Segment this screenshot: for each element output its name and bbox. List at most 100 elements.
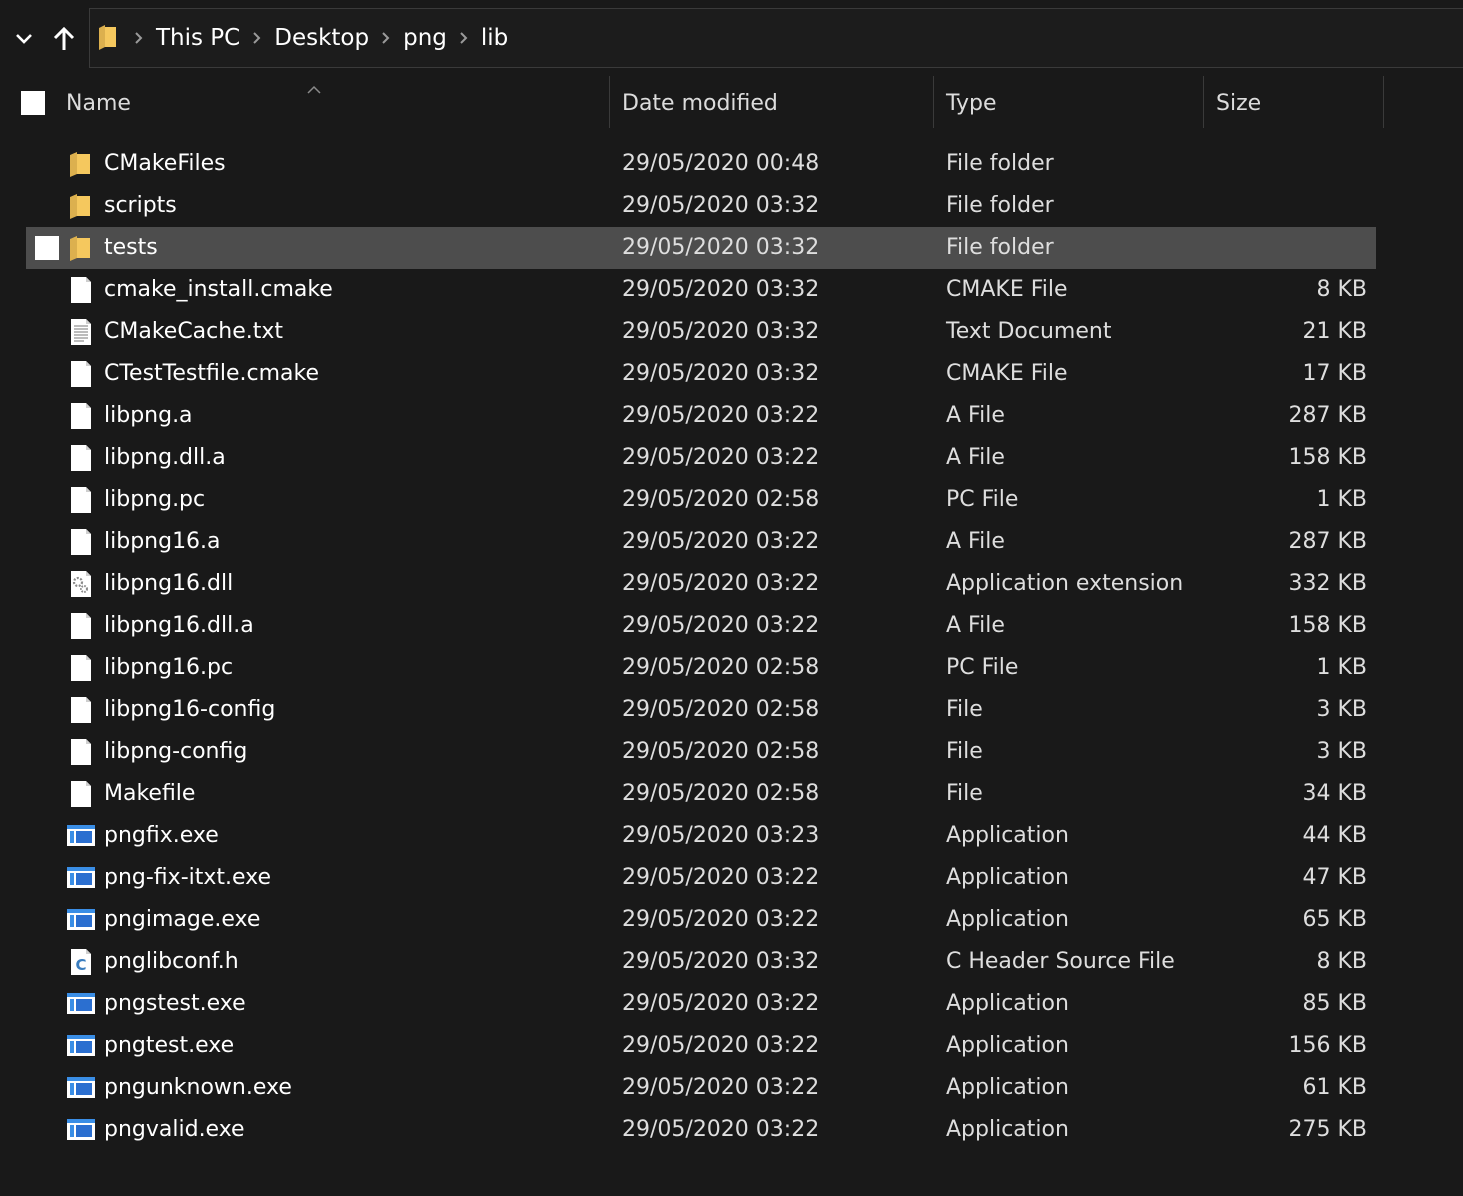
file-name[interactable]: Makefile <box>104 773 195 815</box>
file-row[interactable]: pngstest.exe 29/05/2020 03:22 Applicatio… <box>0 983 1463 1025</box>
file-name[interactable]: pngfix.exe <box>104 815 219 857</box>
select-all-checkbox[interactable] <box>21 91 45 115</box>
file-icon <box>66 737 96 767</box>
file-size: 34 KB <box>1302 781 1367 806</box>
file-name[interactable]: CMakeFiles <box>104 143 226 185</box>
file-row[interactable]: libpng.dll.a 29/05/2020 03:22 A File 158… <box>0 437 1463 479</box>
file-row[interactable]: CTestTestfile.cmake 29/05/2020 03:32 CMA… <box>0 353 1463 395</box>
file-name[interactable]: libpng.a <box>104 395 193 437</box>
file-icon <box>66 359 96 389</box>
file-name[interactable]: libpng.dll.a <box>104 437 226 479</box>
file-name[interactable]: cmake_install.cmake <box>104 269 333 311</box>
file-row[interactable]: pngvalid.exe 29/05/2020 03:22 Applicatio… <box>0 1109 1463 1151</box>
file-row[interactable]: libpng16.dll 29/05/2020 03:22 Applicatio… <box>0 563 1463 605</box>
exe-icon <box>66 863 96 893</box>
file-row[interactable]: libpng.pc 29/05/2020 02:58 PC File 1 KB <box>0 479 1463 521</box>
file-name[interactable]: pngimage.exe <box>104 899 260 941</box>
column-divider[interactable] <box>609 76 610 128</box>
file-name[interactable]: pngunknown.exe <box>104 1067 292 1109</box>
file-date-modified: 29/05/2020 03:32 <box>622 193 820 218</box>
file-row[interactable]: CMakeFiles 29/05/2020 00:48 File folder <box>0 143 1463 185</box>
column-header-type[interactable]: Type <box>946 76 1196 130</box>
file-date-modified: 29/05/2020 03:22 <box>622 907 820 932</box>
file-row[interactable]: pngtest.exe 29/05/2020 03:22 Application… <box>0 1025 1463 1067</box>
file-name[interactable]: libpng16.dll <box>104 563 233 605</box>
file-date-modified: 29/05/2020 03:22 <box>622 1075 820 1100</box>
dll-file-icon <box>66 569 96 599</box>
address-bar[interactable]: This PC Desktop png lib <box>89 8 1463 68</box>
file-row[interactable]: pngimage.exe 29/05/2020 03:22 Applicatio… <box>0 899 1463 941</box>
file-name[interactable]: tests <box>104 227 158 269</box>
file-row[interactable]: pngfix.exe 29/05/2020 03:23 Application … <box>0 815 1463 857</box>
file-date-modified: 29/05/2020 03:22 <box>622 613 820 638</box>
column-divider[interactable] <box>1203 76 1204 128</box>
file-size: 287 KB <box>1288 529 1367 554</box>
file-name[interactable]: CTestTestfile.cmake <box>104 353 319 395</box>
breadcrumb-desktop[interactable]: Desktop <box>274 25 369 51</box>
file-row[interactable]: libpng16.a 29/05/2020 03:22 A File 287 K… <box>0 521 1463 563</box>
file-row[interactable]: libpng-config 29/05/2020 02:58 File 3 KB <box>0 731 1463 773</box>
file-row[interactable]: libpng16-config 29/05/2020 02:58 File 3 … <box>0 689 1463 731</box>
text-file-icon <box>66 317 96 347</box>
exe-icon <box>66 821 96 851</box>
file-row[interactable]: png-fix-itxt.exe 29/05/2020 03:22 Applic… <box>0 857 1463 899</box>
file-type: Application extension <box>946 571 1184 596</box>
file-size: 287 KB <box>1288 403 1367 428</box>
file-name[interactable]: pngstest.exe <box>104 983 246 1025</box>
column-divider[interactable] <box>933 76 934 128</box>
recent-locations-button[interactable] <box>6 20 42 58</box>
file-type: A File <box>946 529 1005 554</box>
file-name[interactable]: png-fix-itxt.exe <box>104 857 271 899</box>
file-row[interactable]: libpng.a 29/05/2020 03:22 A File 287 KB <box>0 395 1463 437</box>
file-name[interactable]: libpng-config <box>104 731 247 773</box>
file-date-modified: 29/05/2020 03:32 <box>622 319 820 344</box>
file-date-modified: 29/05/2020 02:58 <box>622 781 820 806</box>
column-header-date-modified[interactable]: Date modified <box>622 76 922 130</box>
file-size: 8 KB <box>1316 277 1367 302</box>
row-checkbox[interactable] <box>35 236 59 260</box>
column-divider[interactable] <box>1383 76 1384 128</box>
file-row[interactable]: Makefile 29/05/2020 02:58 File 34 KB <box>0 773 1463 815</box>
file-type: Application <box>946 1117 1069 1142</box>
file-name[interactable]: pngvalid.exe <box>104 1109 245 1151</box>
column-header-size[interactable]: Size <box>1216 76 1376 130</box>
file-date-modified: 29/05/2020 03:22 <box>622 991 820 1016</box>
file-size: 332 KB <box>1288 571 1367 596</box>
file-type: Application <box>946 991 1069 1016</box>
breadcrumb-lib[interactable]: lib <box>481 25 508 51</box>
file-name[interactable]: pngtest.exe <box>104 1025 234 1067</box>
file-icon <box>66 611 96 641</box>
folder-icon <box>66 233 96 263</box>
file-icon <box>66 401 96 431</box>
up-button[interactable] <box>46 20 82 58</box>
file-name[interactable]: libpng.pc <box>104 479 205 521</box>
file-row[interactable]: libpng16.dll.a 29/05/2020 03:22 A File 1… <box>0 605 1463 647</box>
file-name[interactable]: libpng16.a <box>104 521 221 563</box>
column-header-name[interactable]: Name <box>66 76 606 130</box>
file-row[interactable]: libpng16.pc 29/05/2020 02:58 PC File 1 K… <box>0 647 1463 689</box>
file-row[interactable]: cmake_install.cmake 29/05/2020 03:32 CMA… <box>0 269 1463 311</box>
file-name[interactable]: CMakeCache.txt <box>104 311 283 353</box>
file-name[interactable]: libpng16.pc <box>104 647 233 689</box>
file-size: 85 KB <box>1302 991 1367 1016</box>
file-name[interactable]: scripts <box>104 185 177 227</box>
file-row[interactable]: pngunknown.exe 29/05/2020 03:22 Applicat… <box>0 1067 1463 1109</box>
breadcrumb-this-pc[interactable]: This PC <box>156 25 240 51</box>
file-name[interactable]: libpng16-config <box>104 689 275 731</box>
file-type: CMAKE File <box>946 277 1068 302</box>
file-name[interactable]: pnglibconf.h <box>104 941 239 983</box>
file-size: 156 KB <box>1288 1033 1367 1058</box>
file-row[interactable]: tests 29/05/2020 03:32 File folder <box>0 227 1463 269</box>
file-date-modified: 29/05/2020 03:32 <box>622 361 820 386</box>
address-toolbar: This PC Desktop png lib <box>0 0 1463 76</box>
file-name[interactable]: libpng16.dll.a <box>104 605 254 647</box>
file-type: Application <box>946 1033 1069 1058</box>
breadcrumb-png[interactable]: png <box>403 25 447 51</box>
file-row[interactable]: scripts 29/05/2020 03:32 File folder <box>0 185 1463 227</box>
file-date-modified: 29/05/2020 02:58 <box>622 487 820 512</box>
file-row[interactable]: C pnglibconf.h 29/05/2020 03:32 C Header… <box>0 941 1463 983</box>
file-row[interactable]: CMakeCache.txt 29/05/2020 03:32 Text Doc… <box>0 311 1463 353</box>
file-date-modified: 29/05/2020 03:22 <box>622 1117 820 1142</box>
folder-icon <box>96 22 122 54</box>
file-size: 1 KB <box>1316 655 1367 680</box>
